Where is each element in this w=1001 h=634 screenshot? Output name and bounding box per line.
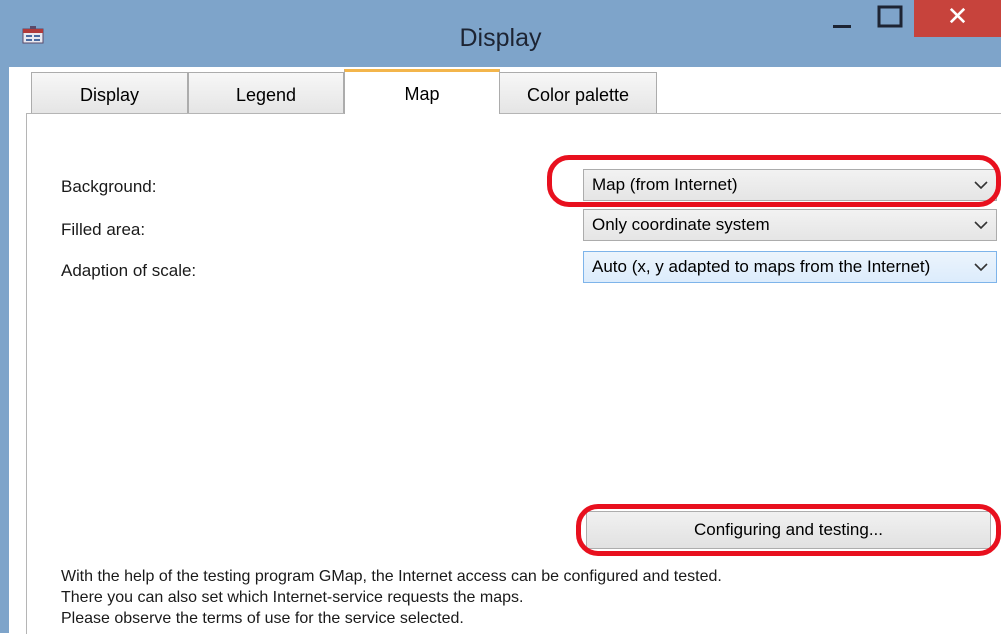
tab-map[interactable]: Map [344, 69, 500, 114]
filled-area-label: Filled area: [61, 220, 146, 239]
adaption-value: Auto (x, y adapted to maps from the Inte… [592, 257, 931, 276]
chevron-down-icon [974, 263, 988, 272]
adaption-dropdown[interactable]: Auto (x, y adapted to maps from the Inte… [583, 251, 997, 283]
highlight-annotation [576, 504, 1001, 556]
minimize-icon [833, 25, 851, 28]
info-line: With the help of the testing program GMa… [61, 568, 722, 585]
filled-area-value: Only coordinate system [592, 215, 770, 234]
adaption-label: Adaption of scale: [61, 261, 197, 280]
close-icon: ✕ [946, 2, 969, 32]
tab-label: Color palette [526, 85, 630, 105]
title-bar: Display ✕ [0, 0, 1001, 67]
close-button[interactable]: ✕ [914, 0, 1001, 37]
tab-label: Display [79, 85, 140, 105]
tab-label: Legend [235, 85, 297, 105]
window-frame [0, 67, 9, 633]
tab-color-palette[interactable]: Color palette [499, 72, 657, 113]
highlight-annotation [547, 155, 1001, 207]
info-line: There you can also set which Internet-se… [61, 589, 524, 606]
chevron-down-icon [974, 221, 988, 230]
info-line: Please observe the terms of use for the … [61, 610, 464, 627]
tab-label: Map [404, 84, 440, 104]
filled-area-dropdown[interactable]: Only coordinate system [583, 209, 997, 241]
maximize-button[interactable] [866, 0, 914, 34]
tab-legend[interactable]: Legend [188, 72, 344, 113]
background-label: Background: [61, 177, 157, 196]
maximize-icon [877, 5, 903, 28]
minimize-button[interactable] [818, 0, 866, 34]
tab-display[interactable]: Display [31, 72, 188, 113]
